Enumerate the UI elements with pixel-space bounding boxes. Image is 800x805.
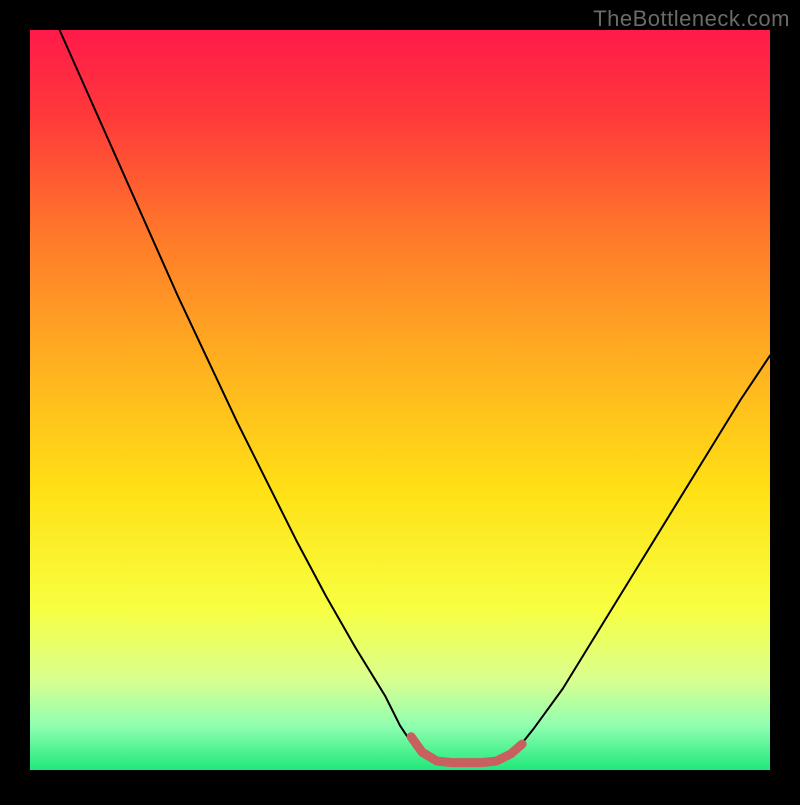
watermark-text: TheBottleneck.com	[593, 6, 790, 32]
chart-area	[0, 0, 800, 800]
chart-svg	[0, 0, 800, 800]
chart-plot-bg	[30, 30, 770, 770]
